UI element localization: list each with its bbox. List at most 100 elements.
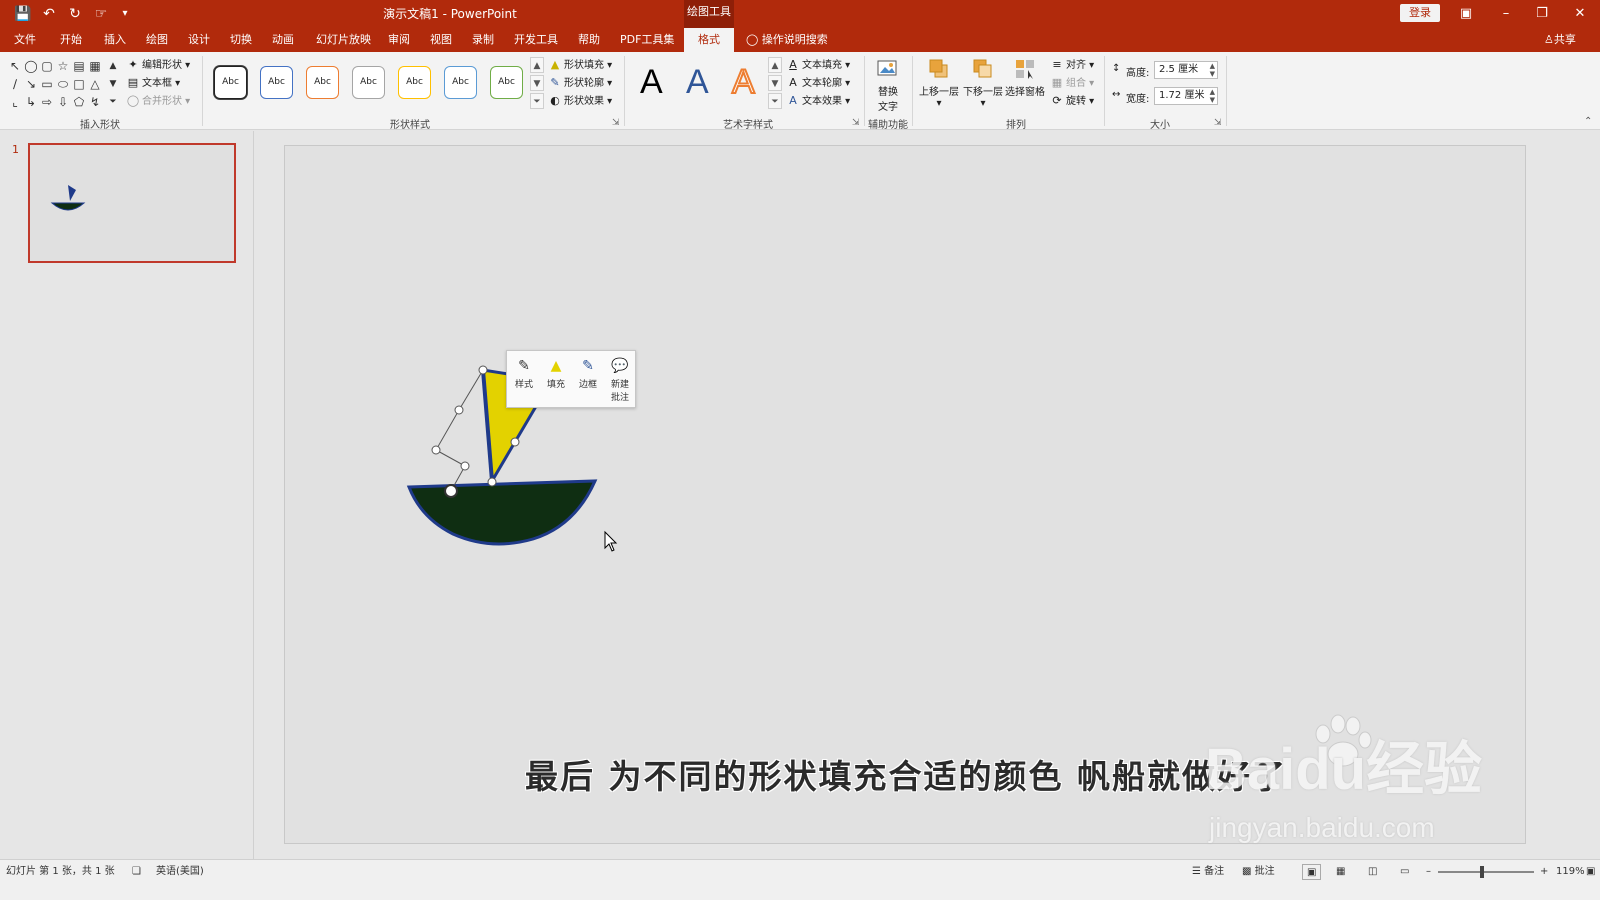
edit-point-handle[interactable] xyxy=(510,437,520,447)
boat-hull[interactable] xyxy=(406,479,598,546)
collapse-ribbon-icon[interactable]: ⌃ xyxy=(1584,116,1592,127)
shape-style-3[interactable]: Abc xyxy=(306,66,339,99)
edit-shape-button[interactable]: ✦ 编辑形状 ▾ xyxy=(126,57,190,73)
width-spinner-icon[interactable]: ▲ ▼ xyxy=(1210,88,1215,104)
tell-me-search[interactable]: ◯ 操作说明搜索 xyxy=(746,28,828,52)
merge-shapes-button[interactable]: ◯ 合并形状 ▾ xyxy=(126,93,190,109)
edit-point-handle[interactable] xyxy=(478,365,488,375)
tab-draw[interactable]: 绘图 xyxy=(146,28,168,52)
tab-insert[interactable]: 插入 xyxy=(104,28,126,52)
share-button[interactable]: ♙共享 xyxy=(1544,28,1576,52)
shape-style-2[interactable]: Abc xyxy=(260,66,293,99)
fit-slide-icon[interactable]: ▣ xyxy=(1586,864,1595,880)
grid-shape-icon[interactable]: ▦ xyxy=(88,59,102,73)
tab-design[interactable]: 设计 xyxy=(188,28,210,52)
zoom-level[interactable]: 119% xyxy=(1556,864,1585,880)
mini-style-button[interactable]: ✎ 样式 xyxy=(509,355,539,405)
reading-view-icon[interactable]: ◫ xyxy=(1368,864,1377,880)
line-shape-icon[interactable]: ∕ xyxy=(8,77,22,91)
edit-point-handle[interactable] xyxy=(431,445,441,455)
pentagon-shape-icon[interactable]: ⬠ xyxy=(72,95,86,109)
text-outline-button[interactable]: A 文本轮廓 ▾ xyxy=(786,75,850,91)
elbow-arrow-icon[interactable]: ↳ xyxy=(24,95,38,109)
width-input[interactable]: 1.72 厘米 ▲ ▼ xyxy=(1154,87,1218,105)
tab-pdf-tools[interactable]: PDF工具集 xyxy=(620,28,674,52)
group-button[interactable]: ▦ 组合 ▾ xyxy=(1050,75,1094,91)
text-box-button[interactable]: ▤ 文本框 ▾ xyxy=(126,75,180,91)
minimize-icon[interactable]: – xyxy=(1488,2,1524,26)
align-button[interactable]: ≡ 对齐 ▾ xyxy=(1050,57,1094,73)
text-effects-button[interactable]: A 文本效果 ▾ xyxy=(786,93,850,109)
shape-style-5[interactable]: Abc xyxy=(398,66,431,99)
shape-fill-button[interactable]: ▲ 形状填充 ▾ xyxy=(548,57,612,73)
shape-style-6[interactable]: Abc xyxy=(444,66,477,99)
shapes-gallery[interactable]: ↖ ◯ ▢ ☆ ▤ ▦ ∕ ↘ ▭ ⬭ □ △ ⌞ ↳ ⇨ ⇩ ⬠ ↯ ▲ ▼ … xyxy=(8,59,120,109)
shape-style-7[interactable]: Abc xyxy=(490,66,523,99)
selection-pane-button[interactable]: 选择窗格 xyxy=(1004,57,1046,98)
textbox-shape-icon[interactable]: ▤ xyxy=(72,59,86,73)
shape-outline-button[interactable]: ✎ 形状轮廓 ▾ xyxy=(548,75,612,91)
spellcheck-icon[interactable]: ❏ xyxy=(132,864,141,880)
edit-point-handle[interactable] xyxy=(487,477,497,487)
tab-format[interactable]: 格式 xyxy=(684,28,734,52)
wordart-down-icon[interactable]: ▼ xyxy=(768,75,782,91)
mini-new-comment-button[interactable]: 💬 新建 批注 xyxy=(605,355,635,405)
edit-point-handle[interactable] xyxy=(454,405,464,415)
tab-developer[interactable]: 开发工具 xyxy=(514,28,558,52)
gallery-more-icon[interactable]: ⏷ xyxy=(106,95,120,109)
rectangle-shape-icon[interactable]: ▭ xyxy=(40,77,54,91)
rotate-handle[interactable] xyxy=(444,484,458,498)
language-status[interactable]: 英语(美国) xyxy=(156,864,204,880)
arrow-select-icon[interactable]: ↖ xyxy=(8,59,22,73)
tab-review[interactable]: 审阅 xyxy=(388,28,410,52)
size-launcher-icon[interactable]: ⇲ xyxy=(1214,118,1222,128)
styles-up-icon[interactable]: ▲ xyxy=(530,57,544,73)
login-button[interactable]: 登录 xyxy=(1400,4,1440,22)
right-arrow-shape-icon[interactable]: ⇨ xyxy=(40,95,54,109)
restore-icon[interactable]: ❐ xyxy=(1524,2,1560,26)
slide-canvas[interactable]: 最后 为不同的形状填充合适的颜色 帆船就做好了 Baidu经验 jingyan.… xyxy=(284,145,1526,844)
send-backward-button[interactable]: 下移一层 ▾ xyxy=(962,57,1004,109)
slideshow-icon[interactable]: ▭ xyxy=(1400,864,1409,880)
text-fill-button[interactable]: A 文本填充 ▾ xyxy=(786,57,850,73)
rounded-rect-shape-icon[interactable]: ▢ xyxy=(40,59,54,73)
tab-animations[interactable]: 动画 xyxy=(272,28,294,52)
tab-help[interactable]: 帮助 xyxy=(578,28,600,52)
tab-slideshow[interactable]: 幻灯片放映 xyxy=(316,28,371,52)
zoom-slider[interactable] xyxy=(1438,866,1534,878)
elbow-connector-icon[interactable]: ⌞ xyxy=(8,95,22,109)
down-arrow-shape-icon[interactable]: ⇩ xyxy=(56,95,70,109)
wordart-style-black[interactable]: A xyxy=(640,62,663,102)
rotate-button[interactable]: ⟳ 旋转 ▾ xyxy=(1050,93,1094,109)
tab-home[interactable]: 开始 xyxy=(60,28,82,52)
edit-point-handle[interactable] xyxy=(460,461,470,471)
zoom-out-icon[interactable]: – xyxy=(1426,864,1431,880)
slide-sorter-icon[interactable]: ▦ xyxy=(1336,864,1345,880)
notes-button[interactable]: ☰ 备注 xyxy=(1192,864,1224,880)
arrow-line-shape-icon[interactable]: ↘ xyxy=(24,77,38,91)
star-shape-icon[interactable]: ☆ xyxy=(56,59,70,73)
shape-style-4[interactable]: Abc xyxy=(352,66,385,99)
wordart-style-orange[interactable]: A xyxy=(731,62,756,102)
tab-file[interactable]: 文件 xyxy=(14,28,36,52)
wordart-more-icon[interactable]: ⏷ xyxy=(768,93,782,109)
shape-effects-button[interactable]: ◐ 形状效果 ▾ xyxy=(548,93,612,109)
normal-view-icon[interactable]: ▣ xyxy=(1302,864,1322,880)
lightning-shape-icon[interactable]: ↯ xyxy=(88,95,102,109)
tab-record[interactable]: 录制 xyxy=(472,28,494,52)
triangle-shape-icon[interactable]: △ xyxy=(88,77,102,91)
zoom-slider-thumb[interactable] xyxy=(1480,866,1484,878)
square-shape-icon[interactable]: □ xyxy=(72,77,86,91)
oval-shape-icon[interactable]: ◯ xyxy=(24,59,38,73)
styles-down-icon[interactable]: ▼ xyxy=(530,75,544,91)
wordart-up-icon[interactable]: ▲ xyxy=(768,57,782,73)
slide-thumbnail[interactable] xyxy=(28,143,236,263)
shape-styles-launcher-icon[interactable]: ⇲ xyxy=(612,118,620,128)
wordart-style-blue[interactable]: A xyxy=(686,62,709,102)
tab-view[interactable]: 视图 xyxy=(430,28,452,52)
ribbon-display-icon[interactable]: ▣ xyxy=(1448,2,1484,26)
ellipse-shape-icon[interactable]: ⬭ xyxy=(56,77,70,91)
close-icon[interactable]: ✕ xyxy=(1562,2,1598,26)
gallery-down-icon[interactable]: ▼ xyxy=(106,77,120,91)
shape-style-1[interactable]: Abc xyxy=(214,66,247,99)
